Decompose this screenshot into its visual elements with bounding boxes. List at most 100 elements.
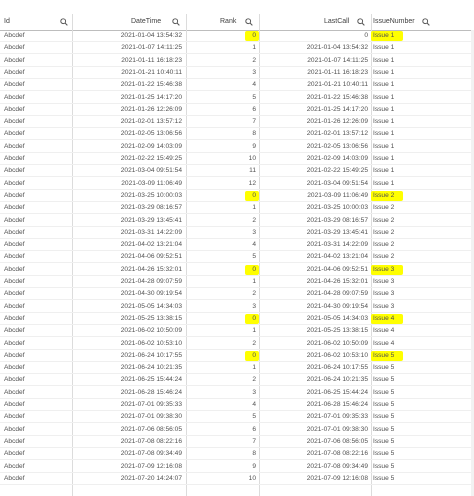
- search-icon[interactable]: [357, 18, 365, 26]
- table-row[interactable]: Abcdef 2021-06-24 10:21:35 1 2021-06-24 10:…: [0, 362, 474, 375]
- table-row[interactable]: Abcdef 2021-03-09 11:06:49 12 2021-03-04 09…: [0, 178, 474, 190]
- cell-rank: 11: [249, 167, 256, 175]
- cell-datetime: 2021-02-01 13:57:12: [120, 118, 182, 126]
- table-row[interactable]: Abcdef 2021-02-05 13:06:56 8 2021-02-01 13:…: [0, 128, 474, 141]
- search-icon[interactable]: [172, 18, 180, 26]
- table-row[interactable]: Abcdef 2021-01-07 14:11:25 1 2021-01-04 13:…: [0, 42, 474, 55]
- cell-datetime: 2021-01-04 13:54:32: [120, 32, 182, 39]
- cell-datetime: 2021-03-29 08:16:57: [120, 204, 182, 212]
- cell-datetime: 2021-03-29 13:45:41: [120, 216, 182, 224]
- cell-datetime: 2021-04-26 15:32:01: [120, 265, 182, 273]
- table-row[interactable]: Abcdef 2021-07-01 09:35:33 4 2021-06-28 15:…: [0, 399, 474, 411]
- cell-lastcall: 2021-06-25 15:44:24: [306, 388, 368, 396]
- table-row[interactable]: Abcdef 2021-01-26 12:26:09 6 2021-01-25 14:…: [0, 104, 474, 116]
- table-row[interactable]: Abcdef 2021-03-04 09:51:54 11 2021-02-22 15…: [0, 165, 474, 178]
- header-issuenumber-label: IssueNumber: [373, 18, 415, 25]
- cell-datetime: 2021-01-26 12:26:09: [120, 105, 182, 113]
- cell-id: Abcdef: [4, 93, 25, 101]
- cell-issuenumber: Issue 2: [373, 253, 395, 261]
- table-row[interactable]: Abcdef 2021-01-22 15:46:38 4 2021-01-21 10:…: [0, 79, 474, 92]
- table-row[interactable]: Abcdef 2021-01-04 13:54:32 0 0 Issue 1: [0, 30, 474, 42]
- cell-datetime: 2021-07-08 08:22:16: [120, 437, 182, 445]
- search-icon[interactable]: [60, 18, 68, 26]
- cell-id: Abcdef: [4, 56, 25, 64]
- cell-id: Abcdef: [4, 179, 25, 187]
- table-row[interactable]: Abcdef 2021-04-28 09:07:59 1 2021-04-26 15:…: [0, 276, 474, 288]
- table-row[interactable]: Abcdef 2021-03-25 10:00:03 0 2021-03-09 11:…: [0, 190, 474, 202]
- cell-issuenumber: Issue 1: [373, 167, 395, 175]
- cell-issuenumber: Issue 1: [373, 32, 395, 39]
- cell-id: Abcdef: [4, 278, 25, 285]
- cell-rank: 5: [252, 93, 256, 101]
- table-row[interactable]: Abcdef 2021-07-08 09:34:49 8 2021-07-08 08:…: [0, 448, 474, 461]
- table-row[interactable]: Abcdef 2021-01-21 10:40:11 3 2021-01-11 16:…: [0, 67, 474, 79]
- cell-datetime: 2021-01-25 14:17:20: [120, 93, 182, 101]
- table-row[interactable]: Abcdef 2021-06-28 15:46:24 3 2021-06-25 15:…: [0, 387, 474, 399]
- cell-lastcall: 2021-06-02 10:50:09: [306, 339, 368, 347]
- cell-lastcall: 2021-03-31 14:22:09: [306, 241, 368, 249]
- table-row[interactable]: Abcdef 2021-07-08 08:22:16 7 2021-07-06 08:…: [0, 436, 474, 448]
- cell-lastcall: 2021-01-11 16:18:23: [307, 68, 368, 76]
- table-row[interactable]: Abcdef 2021-06-02 10:53:10 2 2021-06-02 10:…: [0, 338, 474, 350]
- cell-datetime: 2021-07-20 14:24:07: [120, 474, 182, 482]
- table-row[interactable]: Abcdef 2021-07-01 09:38:30 5 2021-07-01 09:…: [0, 411, 474, 424]
- table-row[interactable]: Abcdef 2021-03-29 13:45:41 2 2021-03-29 08:…: [0, 215, 474, 227]
- cell-lastcall: 2021-04-02 13:21:04: [306, 253, 368, 261]
- cell-lastcall: 2021-07-01 09:35:33: [306, 413, 368, 421]
- cell-issuenumber: Issue 1: [373, 155, 395, 162]
- cell-rank: 4: [252, 241, 256, 249]
- table-row[interactable]: Abcdef 2021-04-30 09:19:54 2 2021-04-28 09:…: [0, 288, 474, 301]
- table-row[interactable]: Abcdef 2021-06-02 10:50:09 1 2021-05-25 13:…: [0, 325, 474, 338]
- search-icon[interactable]: [422, 18, 430, 26]
- cell-issuenumber: Issue 5: [373, 388, 395, 396]
- table-row[interactable]: Abcdef 2021-03-31 14:22:09 3 2021-03-29 13:…: [0, 227, 474, 239]
- table-row[interactable]: Abcdef 2021-01-11 16:18:23 2 2021-01-07 14:…: [0, 55, 474, 67]
- cell-rank: 2: [252, 376, 256, 384]
- cell-issuenumber: Issue 1: [373, 68, 395, 76]
- cell-datetime: 2021-07-06 08:56:05: [120, 425, 182, 433]
- table-row[interactable]: Abcdef 2021-06-25 15:44:24 2 2021-06-24 10:…: [0, 374, 474, 387]
- cell-issuenumber: Issue 1: [373, 44, 395, 52]
- table-row[interactable]: Abcdef 2021-02-09 14:03:09 9 2021-02-05 13:…: [0, 141, 474, 153]
- table-row[interactable]: Abcdef 2021-02-22 15:49:25 10 2021-02-09 14…: [0, 153, 474, 165]
- table-row[interactable]: Abcdef 2021-07-06 08:56:05 6 2021-07-01 09:…: [0, 424, 474, 436]
- cell-rank: 8: [252, 450, 256, 458]
- cell-datetime: 2021-06-25 15:44:24: [120, 376, 182, 384]
- table-row[interactable]: Abcdef 2021-02-01 13:57:12 7 2021-01-26 12:…: [0, 116, 474, 129]
- cell-issuenumber: Issue 3: [373, 302, 395, 310]
- cell-id: Abcdef: [4, 388, 25, 396]
- table-row[interactable]: Abcdef 2021-04-26 15:32:01 0 2021-04-06 09:…: [0, 264, 474, 276]
- cell-lastcall: 2021-04-30 09:19:54: [306, 302, 368, 310]
- table-row[interactable]: Abcdef 2021-01-25 14:17:20 5 2021-01-22 15:…: [0, 92, 474, 104]
- table-row[interactable]: Abcdef 2021-04-06 09:52:51 5 2021-04-02 13:…: [0, 251, 474, 264]
- header-id[interactable]: Id: [0, 14, 72, 30]
- cell-issuenumber: Issue 2: [373, 228, 395, 236]
- cell-datetime: 2021-01-21 10:40:11: [121, 68, 182, 76]
- cell-id: Abcdef: [4, 68, 25, 76]
- cell-issuenumber: Issue 5: [373, 425, 395, 433]
- cell-datetime: 2021-01-11 16:18:23: [121, 56, 182, 64]
- cell-rank: 0: [252, 314, 256, 322]
- table-row[interactable]: Abcdef 2021-05-25 13:38:15 0 2021-05-05 14:…: [0, 313, 474, 325]
- search-icon[interactable]: [245, 18, 253, 26]
- table-row[interactable]: Abcdef 2021-07-20 14:24:07 10 2021-07-09 12…: [0, 473, 474, 485]
- cell-id: Abcdef: [4, 351, 25, 359]
- header-lastcall[interactable]: LastCall: [260, 14, 371, 30]
- cell-rank: 6: [252, 425, 256, 433]
- table-row[interactable]: Abcdef 2021-03-29 08:16:57 1 2021-03-25 10:…: [0, 202, 474, 215]
- cell-issuenumber: Issue 3: [373, 278, 395, 285]
- header-rank[interactable]: Rank: [187, 14, 259, 30]
- cell-issuenumber: Issue 2: [373, 191, 395, 199]
- cell-id: Abcdef: [4, 228, 25, 236]
- table-row[interactable]: Abcdef 2021-06-24 10:17:55 0 2021-06-02 10:…: [0, 350, 474, 362]
- cell-datetime: 2021-04-30 09:19:54: [120, 290, 182, 298]
- header-datetime[interactable]: DateTime: [73, 14, 186, 30]
- cell-lastcall: 2021-01-04 13:54:32: [306, 44, 368, 52]
- cell-issuenumber: Issue 5: [373, 364, 395, 372]
- table-row[interactable]: Abcdef 2021-07-09 12:16:08 9 2021-07-08 09:…: [0, 461, 474, 473]
- cell-lastcall: 2021-03-25 10:00:03: [306, 204, 368, 212]
- table-row[interactable]: Abcdef 2021-04-02 13:21:04 4 2021-03-31 14:…: [0, 239, 474, 252]
- cell-id: Abcdef: [4, 81, 25, 89]
- table-row[interactable]: Abcdef 2021-05-05 14:34:03 3 2021-04-30 09:…: [0, 301, 474, 313]
- header-issuenumber[interactable]: IssueNumber: [372, 14, 474, 30]
